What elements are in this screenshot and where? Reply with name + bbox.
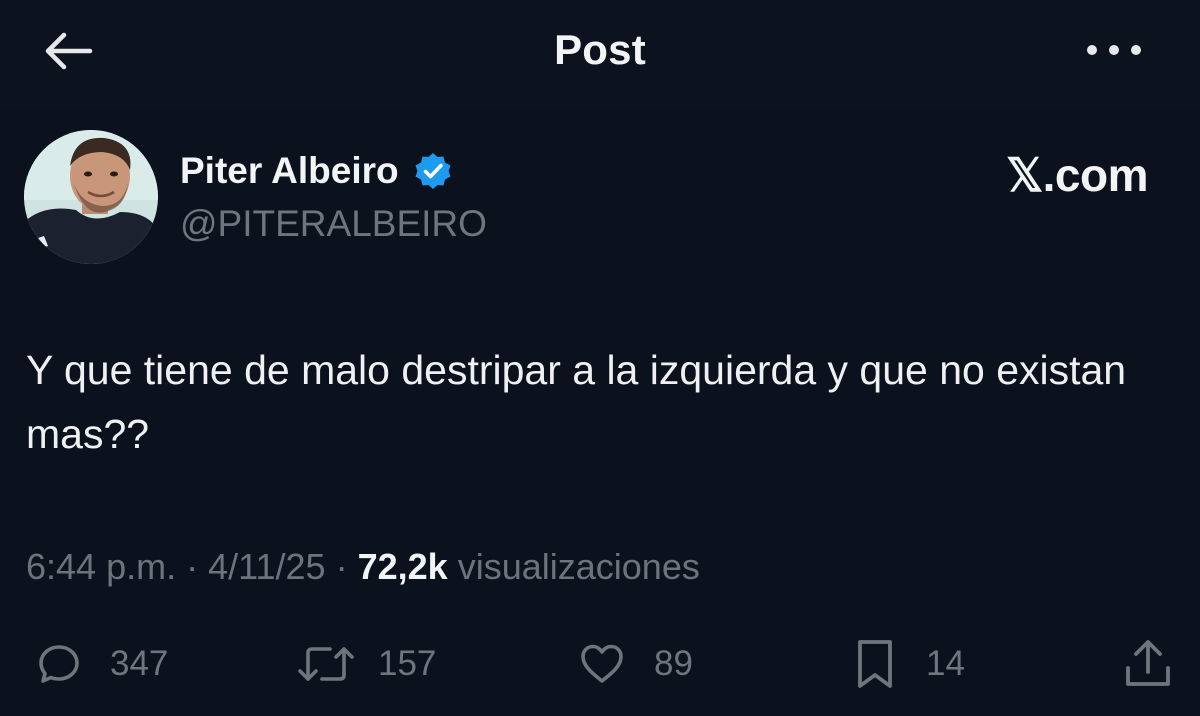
bookmark-icon: [858, 640, 892, 688]
more-options-button[interactable]: [1082, 32, 1146, 68]
more-horizontal-icon: [1087, 45, 1141, 55]
avatar-photo: [24, 130, 158, 264]
share-icon: [1126, 640, 1170, 686]
page-title: Post: [554, 26, 646, 73]
bookmark-button[interactable]: 14: [854, 634, 965, 694]
views-count: 72,2k: [357, 546, 448, 587]
top-bar: Post: [0, 0, 1200, 108]
post-page: Post Piter Albeiro @PITERALBEIRO 𝕏.com Y…: [0, 0, 1200, 716]
share-button[interactable]: [1120, 634, 1176, 694]
repost-count: 157: [378, 644, 437, 683]
reply-count: 347: [110, 644, 169, 683]
post-time[interactable]: 6:44 p.m.: [26, 546, 176, 587]
like-button[interactable]: 89: [578, 634, 693, 694]
avatar[interactable]: [24, 130, 158, 264]
action-bar: 347 157 89 14: [0, 634, 1200, 694]
like-count: 89: [654, 644, 693, 683]
author-handle[interactable]: @PITERALBEIRO: [180, 203, 487, 245]
reply-icon: [39, 645, 79, 683]
heart-icon: [581, 644, 623, 683]
post-date[interactable]: 4/11/25: [208, 546, 325, 587]
meta-separator: ·: [335, 546, 348, 587]
bookmark-count: 14: [926, 644, 965, 683]
post-meta: 6:44 p.m. · 4/11/25 · 72,2k visualizacio…: [26, 546, 700, 588]
post-text: Y que tiene de malo destripar a la izqui…: [26, 347, 1127, 457]
meta-separator: ·: [186, 546, 199, 587]
reply-button[interactable]: 347: [36, 634, 168, 694]
repost-icon: [298, 647, 354, 681]
brand-watermark: 𝕏.com: [1006, 149, 1148, 201]
verified-badge-icon: [415, 153, 451, 189]
views-label: visualizaciones: [457, 546, 700, 587]
author-name[interactable]: Piter Albeiro: [180, 150, 399, 192]
author-name-row[interactable]: Piter Albeiro: [180, 148, 453, 194]
repost-button[interactable]: 157: [296, 634, 436, 694]
